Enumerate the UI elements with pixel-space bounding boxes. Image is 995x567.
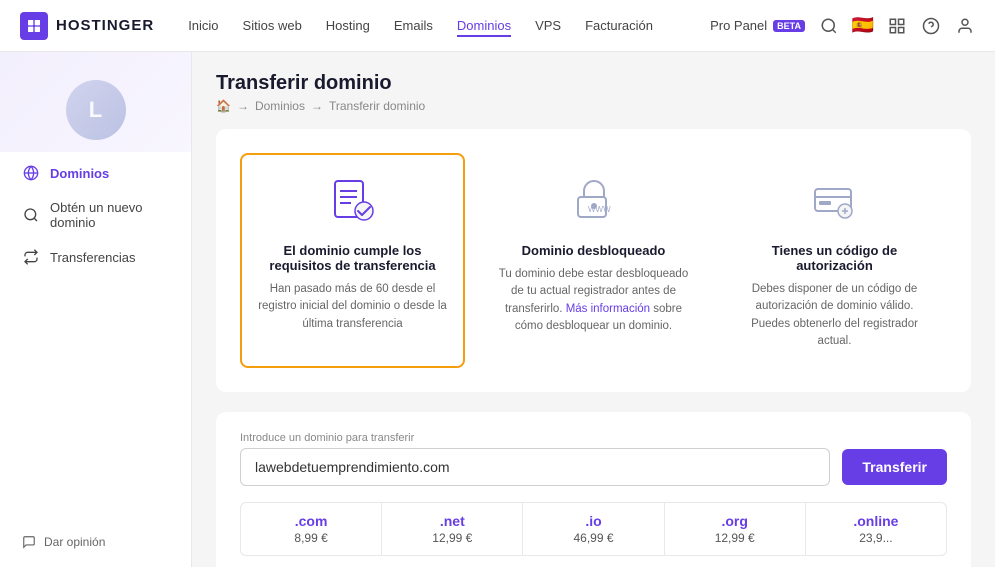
- nav-hosting[interactable]: Hosting: [326, 14, 370, 37]
- user-icon[interactable]: [955, 16, 975, 36]
- beta-badge: BETA: [773, 20, 805, 32]
- search-icon[interactable]: [819, 16, 839, 36]
- card-autorizacion-title: Tienes un código de autorización: [736, 243, 933, 273]
- input-row: Transferir: [240, 448, 947, 486]
- nav-emails[interactable]: Emails: [394, 14, 433, 37]
- transfer-section: Introduce un dominio para transferir Tra…: [216, 412, 971, 567]
- sidebar: L Dominios Obtén un nuevo dominio Transf…: [0, 52, 192, 567]
- price-net: .net 12,99 €: [382, 503, 523, 555]
- help-icon[interactable]: [921, 16, 941, 36]
- main-content: Transferir dominio 🏠 → Dominios → Transf…: [192, 52, 995, 567]
- give-opinion-label: Dar opinión: [44, 535, 105, 549]
- breadcrumb: 🏠 → Dominios → Transferir dominio: [216, 99, 971, 113]
- info-cards: El dominio cumple los requisitos de tran…: [216, 129, 971, 392]
- breadcrumb-sep1: →: [237, 99, 249, 113]
- price-org: .org 12,99 €: [665, 503, 806, 555]
- card-requisito-title: El dominio cumple los requisitos de tran…: [254, 243, 451, 273]
- sidebar-bottom: Dar opinión: [12, 529, 179, 555]
- nav-sitios-web[interactable]: Sitios web: [243, 14, 302, 37]
- card-requisito-desc: Han pasado más de 60 desde el registro i…: [254, 281, 451, 333]
- input-label: Introduce un dominio para transferir: [240, 432, 947, 444]
- avatar-area: L: [0, 68, 191, 156]
- sidebar-dominios-label: Dominios: [50, 166, 109, 181]
- sidebar-nuevo-dominio-label: Obtén un nuevo dominio: [50, 200, 169, 230]
- nav-facturacion[interactable]: Facturación: [585, 14, 653, 37]
- card-desbloqueado-title: Dominio desbloqueado: [522, 243, 666, 258]
- domain-input[interactable]: [240, 448, 830, 486]
- transfer-icon: [22, 248, 40, 266]
- card-autorizacion-desc: Debes disponer de un código de autorizac…: [736, 281, 933, 350]
- card-doc-icon: [323, 171, 383, 231]
- breadcrumb-home-icon[interactable]: 🏠: [216, 99, 231, 113]
- globe-icon: [22, 164, 40, 182]
- sidebar-item-transferencias[interactable]: Transferencias: [12, 240, 179, 274]
- nav-right: Pro Panel BETA 🇪🇸: [710, 16, 975, 36]
- card-lock-icon: WWW: [564, 171, 624, 231]
- logo-icon: [20, 12, 48, 40]
- card-auth-icon: [805, 171, 865, 231]
- sidebar-menu: Dominios Obtén un nuevo dominio Transfer…: [0, 156, 191, 274]
- breadcrumb-dominios[interactable]: Dominios: [255, 99, 305, 113]
- card-requisito: El dominio cumple los requisitos de tran…: [240, 153, 465, 368]
- sidebar-item-dominios[interactable]: Dominios: [12, 156, 179, 190]
- page-title: Transferir dominio: [216, 72, 392, 95]
- give-opinion-button[interactable]: Dar opinión: [12, 529, 179, 555]
- nav-inicio[interactable]: Inicio: [188, 14, 218, 37]
- windows-icon[interactable]: [887, 16, 907, 36]
- breadcrumb-current: Transferir dominio: [329, 99, 425, 113]
- top-nav: HOSTINGER Inicio Sitios web Hosting Emai…: [0, 0, 995, 52]
- card-desbloqueado-desc: Tu dominio debe estar desbloqueado de tu…: [495, 266, 692, 335]
- breadcrumb-sep2: →: [311, 99, 323, 113]
- price-com: .com 8,99 €: [241, 503, 382, 555]
- price-row: .com 8,99 € .net 12,99 € .io 46,99 € .or…: [240, 502, 947, 556]
- card-desbloqueado: WWW Dominio desbloqueado Tu dominio debe…: [481, 153, 706, 368]
- flag-icon[interactable]: 🇪🇸: [853, 16, 873, 36]
- search-small-icon: [22, 206, 40, 224]
- brand-name: HOSTINGER: [56, 17, 154, 34]
- sidebar-item-nuevo-dominio[interactable]: Obtén un nuevo dominio: [12, 192, 179, 238]
- sidebar-transferencias-label: Transferencias: [50, 250, 136, 265]
- price-online: .online 23,9...: [806, 503, 946, 555]
- mas-informacion-link[interactable]: Más información: [566, 303, 650, 315]
- page-layout: L Dominios Obtén un nuevo dominio Transf…: [0, 52, 995, 567]
- avatar: L: [66, 80, 126, 140]
- nav-dominios[interactable]: Dominios: [457, 14, 511, 37]
- pro-panel[interactable]: Pro Panel BETA: [710, 18, 805, 33]
- price-io: .io 46,99 €: [523, 503, 664, 555]
- transfer-button[interactable]: Transferir: [842, 449, 947, 485]
- logo[interactable]: HOSTINGER: [20, 12, 154, 40]
- nav-vps[interactable]: VPS: [535, 14, 561, 37]
- card-autorizacion: Tienes un código de autorización Debes d…: [722, 153, 947, 368]
